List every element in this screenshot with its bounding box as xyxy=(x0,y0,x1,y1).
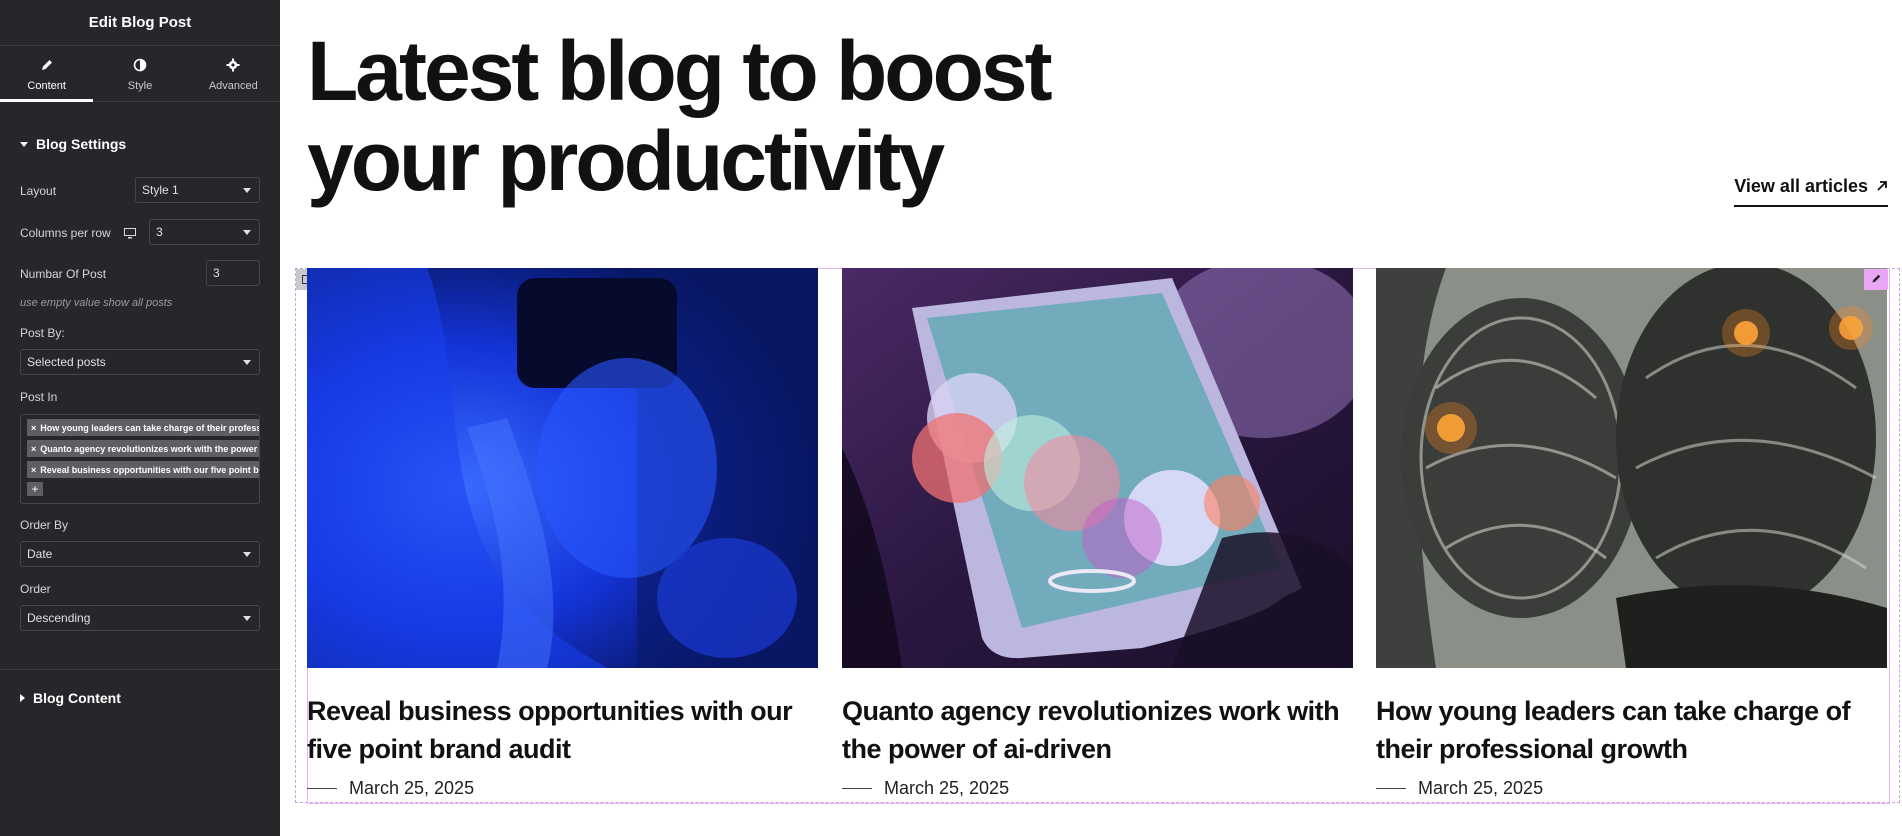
columns-select-value: 3 xyxy=(156,225,163,239)
post-in-label: Post In xyxy=(20,390,58,404)
num-posts-label: Numbar Of Post xyxy=(20,267,107,281)
panel-tabs: Content Style Advanced xyxy=(0,46,280,102)
num-posts-input[interactable]: 3 xyxy=(206,260,260,286)
post-by-value: Selected posts xyxy=(27,355,106,369)
order-label: Order xyxy=(20,582,51,596)
view-all-articles-link[interactable]: View all articles xyxy=(1734,176,1888,207)
meta-dash xyxy=(1376,788,1406,789)
blog-content-toggle[interactable]: Blog Content xyxy=(0,688,141,708)
columns-select[interactable]: 3 xyxy=(149,219,260,245)
blog-card: Reveal business opportunities with our f… xyxy=(307,268,818,799)
chevron-down-icon xyxy=(243,552,251,557)
post-tag[interactable]: × Quanto agency revolutionizes work with … xyxy=(27,440,259,457)
remove-icon[interactable]: × xyxy=(31,465,36,475)
post-tag[interactable]: × Reveal business opportunities with our … xyxy=(27,461,259,478)
order-by-select[interactable]: Date xyxy=(20,541,260,567)
order-value: Descending xyxy=(27,611,91,625)
tab-content-label: Content xyxy=(27,79,66,92)
chevron-down-icon xyxy=(243,230,251,235)
blog-card-image[interactable] xyxy=(307,268,818,668)
chevron-down-icon xyxy=(243,188,251,193)
blog-settings-toggle[interactable]: Blog Settings xyxy=(0,134,146,154)
tab-advanced[interactable]: Advanced xyxy=(187,46,280,101)
add-tag-button[interactable]: + xyxy=(27,482,43,496)
caret-right-icon xyxy=(20,694,25,702)
divider xyxy=(0,669,280,670)
blog-card-title[interactable]: Reveal business opportunities with our f… xyxy=(307,692,818,768)
remove-icon[interactable]: × xyxy=(31,444,36,454)
panel-title: Edit Blog Post xyxy=(0,0,280,46)
blog-card-date: March 25, 2025 xyxy=(884,778,1010,798)
num-posts-value: 3 xyxy=(213,266,220,280)
edit-widget-button[interactable] xyxy=(1864,269,1888,290)
blog-card-meta: March 25, 2025 xyxy=(1376,778,1887,799)
desktop-icon[interactable] xyxy=(124,226,136,244)
page-headline: Latest blog to boost your productivity xyxy=(307,24,1053,208)
tab-style-label: Style xyxy=(127,79,153,92)
tab-content[interactable]: Content xyxy=(0,46,94,102)
blog-card-title[interactable]: Quanto agency revolutionizes work with t… xyxy=(842,692,1353,768)
num-posts-hint: use empty value show all posts xyxy=(20,297,173,309)
blog-card-image[interactable] xyxy=(1376,268,1887,668)
blog-card: Quanto agency revolutionizes work with t… xyxy=(842,268,1353,799)
gear-icon xyxy=(224,56,242,74)
post-by-label: Post By: xyxy=(20,326,65,340)
meta-dash xyxy=(307,788,337,789)
blog-card-meta: March 25, 2025 xyxy=(307,778,818,799)
pencil-icon xyxy=(38,56,56,74)
headline-line-2: your productivity xyxy=(307,114,945,208)
remove-icon[interactable]: × xyxy=(31,423,36,433)
layout-select[interactable]: Style 1 xyxy=(135,177,260,203)
layout-label: Layout xyxy=(20,184,57,198)
headline-line-1: Latest blog to boost xyxy=(307,24,1053,118)
tab-advanced-label: Advanced xyxy=(208,79,258,92)
blog-card-date: March 25, 2025 xyxy=(349,778,475,798)
post-in-multiselect[interactable]: × How young leaders can take charge of th… xyxy=(20,414,260,504)
meta-dash xyxy=(842,788,872,789)
blog-card-date: March 25, 2025 xyxy=(1418,778,1544,798)
blog-card-title[interactable]: How young leaders can take charge of the… xyxy=(1376,692,1887,768)
blog-settings-heading: Blog Settings xyxy=(36,136,127,152)
columns-label: Columns per row xyxy=(20,226,111,240)
view-all-label: View all articles xyxy=(1734,176,1868,196)
chevron-down-icon xyxy=(243,360,251,365)
half-circle-icon xyxy=(131,56,149,74)
blog-content-heading: Blog Content xyxy=(33,690,121,706)
order-by-label: Order By xyxy=(20,518,69,532)
page-canvas: Latest blog to boost your productivity V… xyxy=(280,0,1902,836)
pencil-icon xyxy=(1871,271,1882,289)
layout-select-value: Style 1 xyxy=(142,183,179,197)
post-by-select[interactable]: Selected posts xyxy=(20,349,260,375)
order-by-value: Date xyxy=(27,547,53,561)
blog-card-image[interactable] xyxy=(842,268,1353,668)
post-tag[interactable]: × How young leaders can take charge of th… xyxy=(27,419,259,436)
arrow-up-right-icon xyxy=(1876,176,1888,197)
blog-card-meta: March 25, 2025 xyxy=(842,778,1353,799)
order-select[interactable]: Descending xyxy=(20,605,260,631)
editor-panel: Edit Blog Post Content Style Advanced Bl… xyxy=(0,0,280,836)
caret-down-icon xyxy=(20,141,28,147)
blog-card: How young leaders can take charge of the… xyxy=(1376,268,1887,799)
tab-style[interactable]: Style xyxy=(93,46,186,101)
chevron-down-icon xyxy=(243,616,251,621)
